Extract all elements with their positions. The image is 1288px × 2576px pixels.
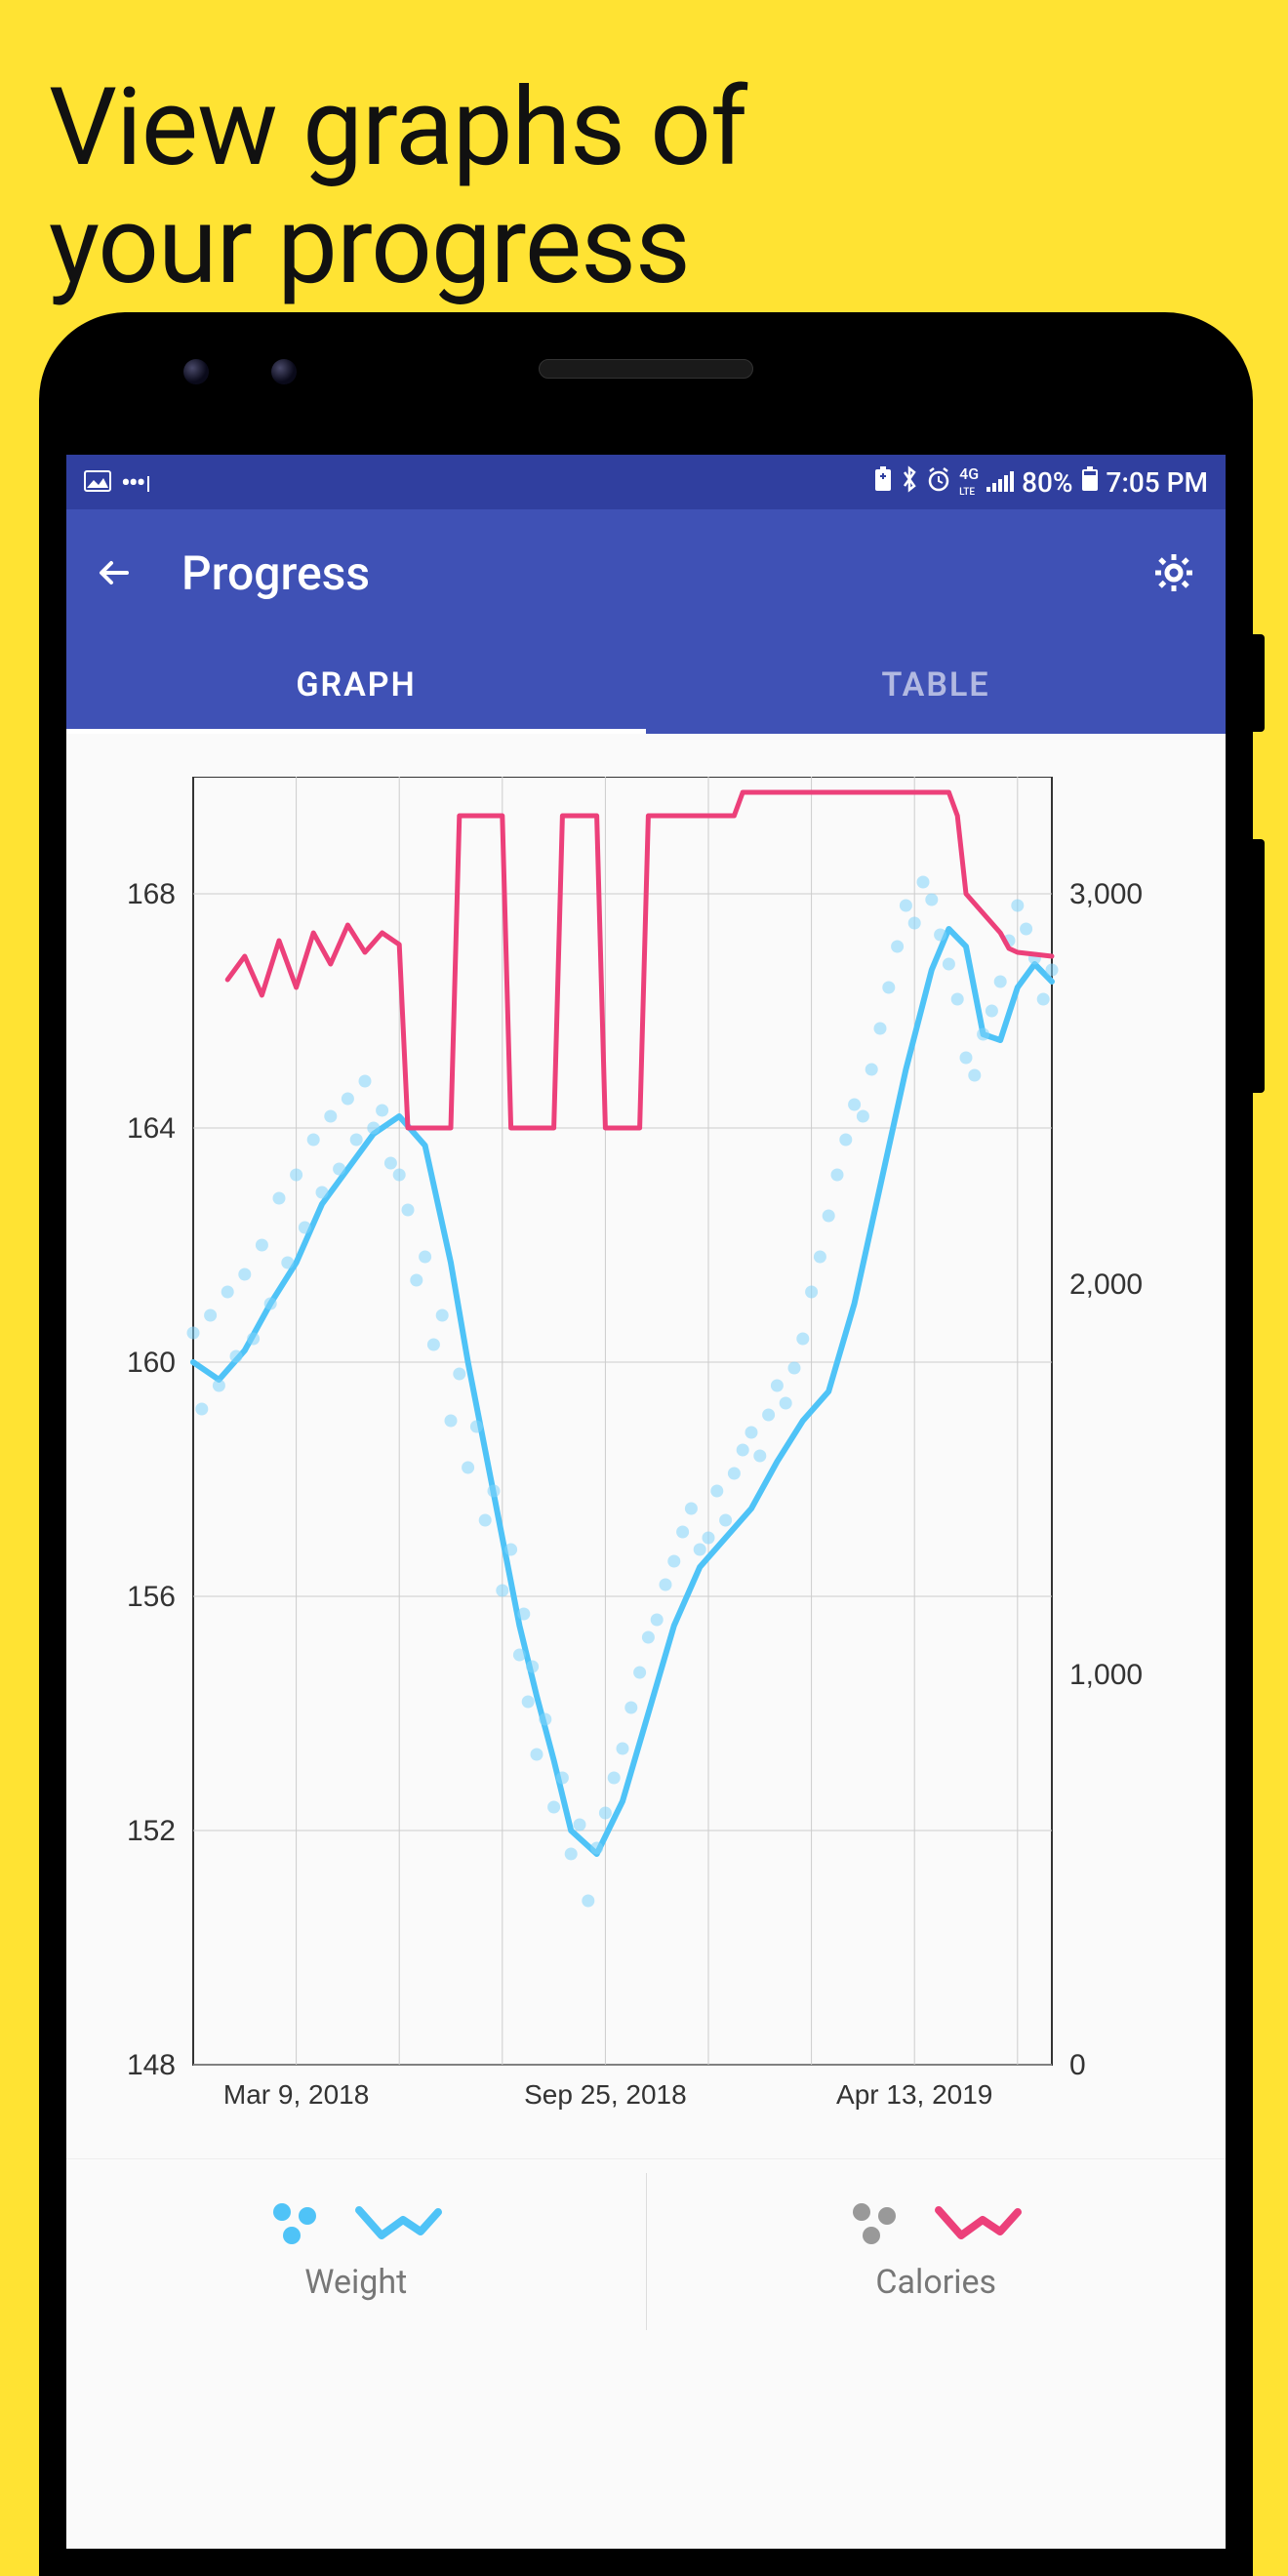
svg-text:Sep 25, 2018: Sep 25, 2018: [524, 2079, 687, 2110]
tab-table[interactable]: TABLE: [646, 636, 1226, 734]
svg-text:156: 156: [127, 1581, 176, 1613]
promo-line2: your progress: [49, 182, 690, 308]
speaker-grille: [539, 359, 753, 379]
lte-icon: 4GLTE: [959, 466, 979, 498]
line-icon: [354, 2202, 442, 2249]
app-bar: Progress: [66, 509, 1226, 636]
battery-percent: 80%: [1022, 466, 1072, 499]
scatter-icon: [850, 2202, 905, 2249]
signal-icon: [986, 466, 1014, 499]
alarm-icon: [926, 466, 951, 499]
volume-button: [1253, 839, 1265, 1093]
promo-headline: View graphs of your progress: [49, 68, 746, 304]
battery-saver-icon: [873, 466, 893, 499]
power-button: [1253, 634, 1265, 732]
status-bar: ••• 4GLTE 80%: [66, 455, 1226, 509]
front-camera-icon: [183, 359, 209, 384]
battery-icon: [1081, 466, 1099, 499]
scatter-icon: [270, 2202, 325, 2249]
promo-line1: View graphs of: [49, 64, 746, 190]
front-camera-icon: [271, 359, 297, 384]
line-icon: [934, 2202, 1022, 2249]
svg-text:Apr 13, 2019: Apr 13, 2019: [836, 2079, 992, 2110]
svg-text:164: 164: [127, 1112, 176, 1145]
chart-legend: Weight Calories: [66, 2158, 1226, 2344]
tab-bar: GRAPH TABLE: [66, 636, 1226, 734]
page-title: Progress: [181, 545, 1151, 601]
back-button[interactable]: [96, 553, 135, 592]
image-icon: [84, 466, 111, 499]
phone-screen: ••• 4GLTE 80%: [66, 455, 1226, 2549]
svg-text:2,000: 2,000: [1069, 1268, 1143, 1301]
progress-chart: 148 152 156 160 164 168 0 1,000 2,000 3,000 Mar 9,…: [66, 777, 1226, 2153]
svg-text:152: 152: [127, 1815, 176, 1847]
svg-text:160: 160: [127, 1347, 176, 1379]
phone-frame: ••• 4GLTE 80%: [39, 312, 1253, 2576]
legend-calories[interactable]: Calories: [647, 2159, 1227, 2344]
svg-text:0: 0: [1069, 2049, 1086, 2081]
svg-text:Mar 9, 2018: Mar 9, 2018: [223, 2079, 369, 2110]
svg-text:1,000: 1,000: [1069, 1659, 1143, 1691]
chart-container: 148 152 156 160 164 168 0 1,000 2,000 3,000 Mar 9,…: [66, 734, 1226, 2158]
svg-text:3,000: 3,000: [1069, 878, 1143, 910]
legend-weight[interactable]: Weight: [66, 2159, 646, 2344]
legend-calories-label: Calories: [875, 2263, 996, 2302]
svg-text:148: 148: [127, 2049, 176, 2081]
tab-graph[interactable]: GRAPH: [66, 636, 646, 734]
settings-button[interactable]: [1151, 550, 1196, 595]
more-icon: •••: [121, 466, 149, 499]
clock-time: 7:05 PM: [1107, 466, 1208, 499]
legend-weight-label: Weight: [304, 2263, 407, 2302]
bluetooth-icon: [901, 465, 918, 500]
svg-text:168: 168: [127, 878, 176, 910]
